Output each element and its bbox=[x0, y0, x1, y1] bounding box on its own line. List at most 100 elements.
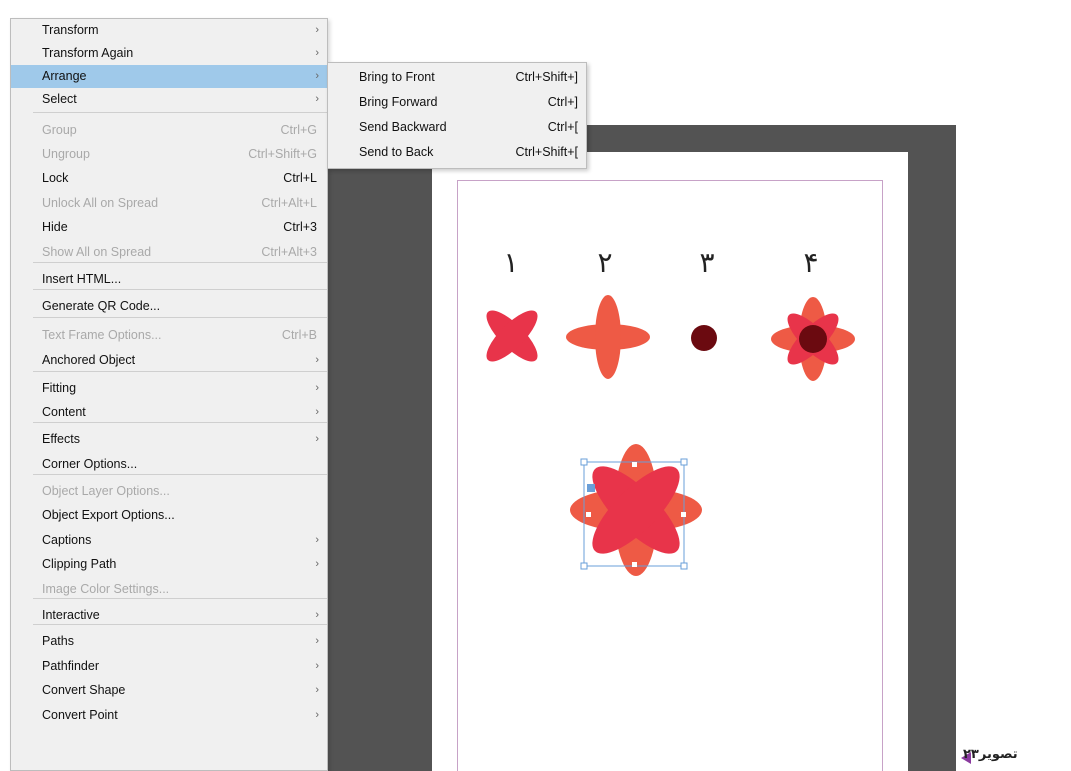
shape-combined-selected[interactable] bbox=[562, 434, 712, 584]
submenu-item-shortcut: Ctrl+[ bbox=[547, 120, 578, 134]
menu-item-shortcut: Ctrl+G bbox=[280, 123, 317, 137]
menu-item-label: Transform Again bbox=[42, 46, 134, 60]
menu-item-shortcut: Ctrl+Alt+L bbox=[261, 196, 317, 210]
menu-item-label: Text Frame Options... bbox=[42, 328, 162, 342]
menu-item-label: Paths bbox=[42, 634, 74, 648]
chevron-right-icon: › bbox=[315, 47, 319, 59]
menu-item-unlock-all-on-spread[interactable]: Unlock All on Spread Ctrl+Alt+L bbox=[11, 192, 327, 215]
menu-item-captions[interactable]: Captions › bbox=[11, 529, 327, 552]
menu-item-interactive[interactable]: Interactive › bbox=[11, 604, 327, 627]
menu-item-label: Arrange bbox=[42, 69, 87, 83]
menu-item-clipping-path[interactable]: Clipping Path › bbox=[11, 553, 327, 576]
shape-red-x[interactable] bbox=[472, 300, 552, 372]
selection-handle[interactable] bbox=[580, 458, 588, 466]
chevron-right-icon: › bbox=[315, 534, 319, 546]
menu-item-shortcut: Ctrl+Shift+G bbox=[248, 147, 317, 161]
menu-item-label: Select bbox=[42, 92, 77, 106]
menu-item-text-frame-options[interactable]: Text Frame Options... Ctrl+B bbox=[11, 324, 327, 347]
menu-item-lock[interactable]: Lock Ctrl+L bbox=[11, 167, 327, 190]
shape-number-1: ١ bbox=[503, 246, 519, 279]
arrange-submenu: Bring to Front Ctrl+Shift+] Bring Forward C… bbox=[327, 62, 587, 169]
menu-item-label: Effects bbox=[42, 432, 80, 446]
path-point[interactable] bbox=[681, 512, 686, 517]
menu-item-group[interactable]: Group Ctrl+G bbox=[11, 119, 327, 142]
menu-item-anchored-object[interactable]: Anchored Object › bbox=[11, 349, 327, 372]
menu-item-label: Insert HTML... bbox=[42, 272, 122, 286]
menu-item-label: Clipping Path bbox=[42, 557, 117, 571]
menu-item-content[interactable]: Content › bbox=[11, 401, 327, 424]
chevron-right-icon: › bbox=[315, 709, 319, 721]
menu-item-label: Group bbox=[42, 123, 77, 137]
menu-item-select[interactable]: Select › bbox=[11, 88, 327, 111]
menu-item-corner-options[interactable]: Corner Options... bbox=[11, 453, 327, 476]
chevron-right-icon: › bbox=[315, 93, 319, 105]
menu-item-pathfinder[interactable]: Pathfinder › bbox=[11, 655, 327, 678]
menu-item-label: Fitting bbox=[42, 381, 77, 395]
submenu-item-label: Bring Forward bbox=[359, 95, 438, 109]
shape-number-4: ۴ bbox=[803, 246, 819, 279]
menu-item-transform[interactable]: Transform › bbox=[11, 19, 327, 42]
menu-item-convert-point[interactable]: Convert Point › bbox=[11, 704, 327, 727]
menu-item-shortcut: Ctrl+L bbox=[283, 171, 317, 185]
path-point[interactable] bbox=[586, 512, 591, 517]
menu-item-shortcut: Ctrl+Alt+3 bbox=[261, 245, 317, 259]
menu-item-label: Transform bbox=[42, 23, 99, 37]
selection-handle[interactable] bbox=[680, 458, 688, 466]
menu-item-ungroup[interactable]: Ungroup Ctrl+Shift+G bbox=[11, 143, 327, 166]
submenu-item-send-backward[interactable]: Send Backward Ctrl+[ bbox=[328, 116, 586, 139]
menu-item-shortcut: Ctrl+3 bbox=[283, 220, 317, 234]
menu-item-label: Interactive bbox=[42, 608, 100, 622]
shape-dark-dot[interactable] bbox=[687, 321, 721, 355]
submenu-item-label: Send Backward bbox=[359, 120, 447, 134]
menu-item-label: Hide bbox=[42, 220, 68, 234]
submenu-item-bring-to-front[interactable]: Bring to Front Ctrl+Shift+] bbox=[328, 66, 586, 89]
menu-item-convert-shape[interactable]: Convert Shape › bbox=[11, 679, 327, 702]
menu-item-object-export-options[interactable]: Object Export Options... bbox=[11, 504, 327, 527]
shape-number-3: ٣ bbox=[699, 246, 715, 279]
menu-item-transform-again[interactable]: Transform Again › bbox=[11, 42, 327, 65]
path-point[interactable] bbox=[632, 462, 637, 467]
menu-item-show-all-on-spread[interactable]: Show All on Spread Ctrl+Alt+3 bbox=[11, 241, 327, 264]
menu-separator bbox=[33, 112, 327, 113]
menu-item-hide[interactable]: Hide Ctrl+3 bbox=[11, 216, 327, 239]
menu-item-arrange[interactable]: Arrange › bbox=[11, 65, 327, 88]
submenu-item-send-to-back[interactable]: Send to Back Ctrl+Shift+[ bbox=[328, 141, 586, 164]
selection-handle[interactable] bbox=[580, 562, 588, 570]
shape-flower[interactable] bbox=[766, 292, 860, 386]
menu-item-label: Unlock All on Spread bbox=[42, 196, 159, 210]
menu-item-image-color-settings[interactable]: Image Color Settings... bbox=[11, 578, 327, 601]
menu-item-insert-html[interactable]: Insert HTML... bbox=[11, 268, 327, 291]
chevron-right-icon: › bbox=[315, 70, 319, 82]
selection-reference-point[interactable] bbox=[587, 484, 595, 492]
shape-number-2: ٢ bbox=[597, 246, 613, 279]
submenu-item-shortcut: Ctrl+] bbox=[547, 95, 578, 109]
menu-item-paths[interactable]: Paths › bbox=[11, 630, 327, 653]
menu-item-label: Corner Options... bbox=[42, 457, 138, 471]
chevron-right-icon: › bbox=[315, 660, 319, 672]
menu-item-shortcut: Ctrl+B bbox=[281, 328, 317, 342]
submenu-item-shortcut: Ctrl+Shift+[ bbox=[515, 145, 578, 159]
menu-item-label: Convert Point bbox=[42, 708, 118, 722]
menu-item-effects[interactable]: Effects › bbox=[11, 428, 327, 451]
menu-item-label: Captions bbox=[42, 533, 92, 547]
chevron-right-icon: › bbox=[315, 635, 319, 647]
submenu-item-label: Send to Back bbox=[359, 145, 434, 159]
shape-orange-plus[interactable] bbox=[563, 292, 653, 382]
menu-item-label: Lock bbox=[42, 171, 69, 185]
chevron-right-icon: › bbox=[315, 24, 319, 36]
menu-item-object-layer-options[interactable]: Object Layer Options... bbox=[11, 480, 327, 503]
menu-item-generate-qr-code[interactable]: Generate QR Code... bbox=[11, 295, 327, 318]
submenu-item-bring-forward[interactable]: Bring Forward Ctrl+] bbox=[328, 91, 586, 114]
menu-item-label: Convert Shape bbox=[42, 683, 126, 697]
submenu-item-shortcut: Ctrl+Shift+] bbox=[515, 70, 578, 84]
submenu-item-label: Bring to Front bbox=[359, 70, 435, 84]
menu-item-label: Anchored Object bbox=[42, 353, 136, 367]
chevron-right-icon: › bbox=[315, 433, 319, 445]
chevron-right-icon: › bbox=[315, 406, 319, 418]
path-point[interactable] bbox=[632, 562, 637, 567]
selection-handle[interactable] bbox=[680, 562, 688, 570]
menu-item-label: Show All on Spread bbox=[42, 245, 152, 259]
menu-item-label: Object Export Options... bbox=[42, 508, 175, 522]
menu-item-fitting[interactable]: Fitting › bbox=[11, 377, 327, 400]
menu-item-label: Ungroup bbox=[42, 147, 90, 161]
